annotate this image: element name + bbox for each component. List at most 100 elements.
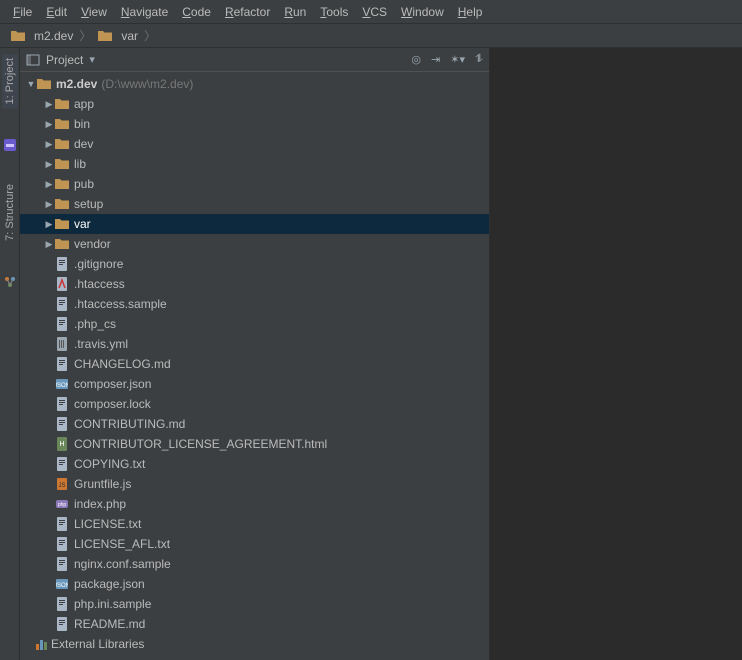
file-icon (54, 536, 70, 552)
menu-vcs[interactable]: VCS (355, 3, 394, 21)
file-icon: JS (54, 476, 70, 492)
tree-folder-lib[interactable]: ▶lib (20, 154, 489, 174)
breadcrumb: m2.dev〉var〉 (0, 24, 742, 48)
project-tab-icon (3, 138, 17, 152)
tree-file--gitignore[interactable]: .gitignore (20, 254, 489, 274)
project-tool-window: Project ▾ ◎ ⇥ ✶▾ ⥮ ▼m2.dev(D:\www\m2.dev… (20, 48, 490, 660)
tree-file-index-php[interactable]: phpindex.php (20, 494, 489, 514)
tree-file--php-cs[interactable]: .php_cs (20, 314, 489, 334)
editor-area (490, 48, 742, 660)
file-icon (54, 396, 70, 412)
svg-text:H: H (59, 441, 64, 448)
menu-tools[interactable]: Tools (313, 3, 355, 21)
collapse-arrow-icon[interactable]: ▶ (44, 239, 54, 250)
gear-icon[interactable]: ✶▾ (450, 53, 465, 66)
tree-file-package-json[interactable]: JSONpackage.json (20, 574, 489, 594)
library-icon (36, 638, 47, 650)
file-icon (54, 616, 70, 632)
chevron-right-icon: 〉 (79, 27, 91, 44)
tab-structure[interactable]: 7: Structure (2, 180, 18, 245)
menu-edit[interactable]: Edit (39, 3, 74, 21)
collapse-arrow-icon[interactable]: ▶ (44, 179, 54, 190)
folder-icon (54, 176, 70, 192)
tree-folder-vendor[interactable]: ▶vendor (20, 234, 489, 254)
main-body: 1: Project 7: Structure Project ▾ ◎ ⇥ ✶▾… (0, 48, 742, 660)
folder-icon (10, 28, 26, 44)
tree-external-libraries[interactable]: External Libraries (20, 634, 489, 654)
file-icon (54, 456, 70, 472)
tab-project[interactable]: 1: Project (2, 54, 18, 108)
folder-icon (54, 116, 70, 132)
tree-folder-bin[interactable]: ▶bin (20, 114, 489, 134)
svg-text:JS: JS (58, 483, 65, 489)
menu-navigate[interactable]: Navigate (114, 3, 175, 21)
folder-icon (54, 216, 70, 232)
menu-run[interactable]: Run (277, 3, 313, 21)
tree-file-readme-md[interactable]: README.md (20, 614, 489, 634)
menu-file[interactable]: File (6, 3, 39, 21)
tree-file-contributing-md[interactable]: CONTRIBUTING.md (20, 414, 489, 434)
collapse-arrow-icon[interactable]: ▶ (44, 139, 54, 150)
menu-code[interactable]: Code (175, 3, 218, 21)
collapse-arrow-icon[interactable]: ▶ (44, 219, 54, 230)
folder-icon (97, 28, 113, 44)
tree-folder-dev[interactable]: ▶dev (20, 134, 489, 154)
tree-file-copying-txt[interactable]: COPYING.txt (20, 454, 489, 474)
tree-file-composer-lock[interactable]: composer.lock (20, 394, 489, 414)
locate-icon[interactable]: ◎ (411, 53, 421, 66)
file-icon: H (54, 436, 70, 452)
collapse-arrow-icon[interactable]: ▶ (44, 199, 54, 210)
collapse-arrow-icon[interactable]: ▶ (44, 99, 54, 110)
tree-file-nginx-conf-sample[interactable]: nginx.conf.sample (20, 554, 489, 574)
folder-icon (54, 196, 70, 212)
tree-file-gruntfile-js[interactable]: JSGruntfile.js (20, 474, 489, 494)
tree-file-changelog-md[interactable]: CHANGELOG.md (20, 354, 489, 374)
breadcrumb-var[interactable]: var (93, 26, 142, 46)
collapse-arrow-icon[interactable]: ▶ (44, 159, 54, 170)
menu-refactor[interactable]: Refactor (218, 3, 277, 21)
folder-icon (54, 96, 70, 112)
tree-file--travis-yml[interactable]: .travis.yml (20, 334, 489, 354)
file-icon: JSON (54, 576, 70, 592)
collapse-arrow-icon[interactable]: ▶ (44, 119, 54, 130)
project-panel-header: Project ▾ ◎ ⇥ ✶▾ ⥮ (20, 48, 489, 72)
tree-file--htaccess-sample[interactable]: .htaccess.sample (20, 294, 489, 314)
svg-text:JSON: JSON (56, 383, 68, 389)
menu-view[interactable]: View (74, 3, 114, 21)
file-icon (54, 316, 70, 332)
file-icon (54, 296, 70, 312)
tree-file-license-afl-txt[interactable]: LICENSE_AFL.txt (20, 534, 489, 554)
file-icon (54, 416, 70, 432)
expand-arrow-icon[interactable]: ▼ (26, 79, 36, 89)
breadcrumb-m2.dev[interactable]: m2.dev (6, 26, 77, 46)
folder-icon (54, 236, 70, 252)
collapse-all-icon[interactable]: ⇥ (431, 53, 440, 66)
tool-strip-left: 1: Project 7: Structure (0, 48, 20, 660)
tree-file-php-ini-sample[interactable]: php.ini.sample (20, 594, 489, 614)
tree-root[interactable]: ▼m2.dev(D:\www\m2.dev) (20, 74, 489, 94)
chevron-down-icon[interactable]: ▾ (89, 53, 95, 66)
file-icon (54, 516, 70, 532)
svg-text:JSON: JSON (56, 583, 68, 589)
tree-folder-var[interactable]: ▶var (20, 214, 489, 234)
project-tree[interactable]: ▼m2.dev(D:\www\m2.dev)▶app▶bin▶dev▶lib▶p… (20, 72, 489, 660)
file-icon (54, 256, 70, 272)
tree-folder-setup[interactable]: ▶setup (20, 194, 489, 214)
svg-text:php: php (58, 502, 67, 508)
tree-folder-pub[interactable]: ▶pub (20, 174, 489, 194)
file-icon (54, 356, 70, 372)
tree-file-contributor-license-agreement-html[interactable]: HCONTRIBUTOR_LICENSE_AGREEMENT.html (20, 434, 489, 454)
menubar: FileEditViewNavigateCodeRefactorRunTools… (0, 0, 742, 24)
tree-folder-app[interactable]: ▶app (20, 94, 489, 114)
tree-file-composer-json[interactable]: JSONcomposer.json (20, 374, 489, 394)
tree-file-license-txt[interactable]: LICENSE.txt (20, 514, 489, 534)
file-icon (54, 276, 70, 292)
tree-file--htaccess[interactable]: .htaccess (20, 274, 489, 294)
project-panel-title: Project (46, 53, 83, 67)
menu-help[interactable]: Help (451, 3, 490, 21)
file-icon (54, 336, 70, 352)
file-icon (54, 556, 70, 572)
menu-window[interactable]: Window (394, 3, 451, 21)
folder-icon (36, 76, 52, 92)
hide-icon[interactable]: ⥮ (475, 53, 483, 66)
